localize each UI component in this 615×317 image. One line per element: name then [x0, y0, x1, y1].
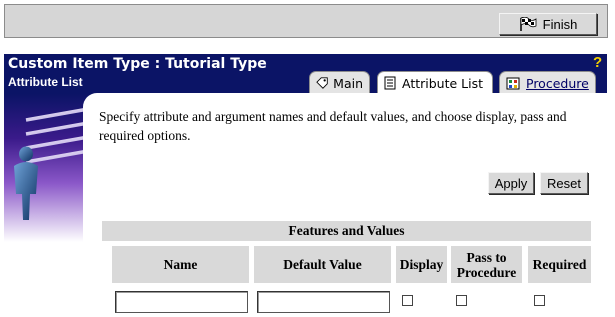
- document-icon: [384, 76, 396, 90]
- tab-main[interactable]: Main: [309, 71, 370, 94]
- column-header-pass-to-procedure: Pass to Procedure: [451, 246, 522, 283]
- page-subtitle: Attribute List: [8, 75, 83, 89]
- column-header-required: Required: [528, 246, 591, 283]
- attribute-name-input[interactable]: [115, 291, 248, 313]
- column-header-display: Display: [396, 246, 447, 283]
- tab-attribute-list[interactable]: Attribute List: [377, 71, 493, 94]
- finish-label: Finish: [542, 16, 578, 32]
- required-checkbox[interactable]: [534, 295, 545, 306]
- apply-button[interactable]: Apply: [488, 172, 534, 194]
- column-header-default-value: Default Value: [254, 246, 391, 283]
- tab-main-label: Main: [333, 75, 363, 91]
- page-title: Custom Item Type : Tutorial Type: [8, 56, 267, 72]
- tab-attribute-list-label: Attribute List: [402, 75, 484, 91]
- pass-to-procedure-checkbox[interactable]: [456, 295, 467, 306]
- default-value-input[interactable]: [257, 291, 390, 313]
- tab-procedure-label: Procedure: [526, 75, 589, 91]
- help-icon[interactable]: ?: [593, 54, 602, 71]
- reset-button[interactable]: Reset: [540, 172, 588, 194]
- tab-procedure[interactable]: Procedure: [499, 71, 596, 94]
- top-toolbar: Finish: [4, 4, 608, 38]
- checkered-flag-icon: [519, 17, 537, 31]
- column-header-name: Name: [112, 246, 249, 283]
- display-checkbox[interactable]: [402, 295, 413, 306]
- finish-button[interactable]: Finish: [499, 13, 597, 35]
- instructions-text: Specify attribute and argument names and…: [99, 109, 567, 143]
- procedure-icon: [506, 77, 520, 90]
- tag-icon: [316, 77, 328, 89]
- features-and-values-header: Features and Values: [102, 221, 591, 241]
